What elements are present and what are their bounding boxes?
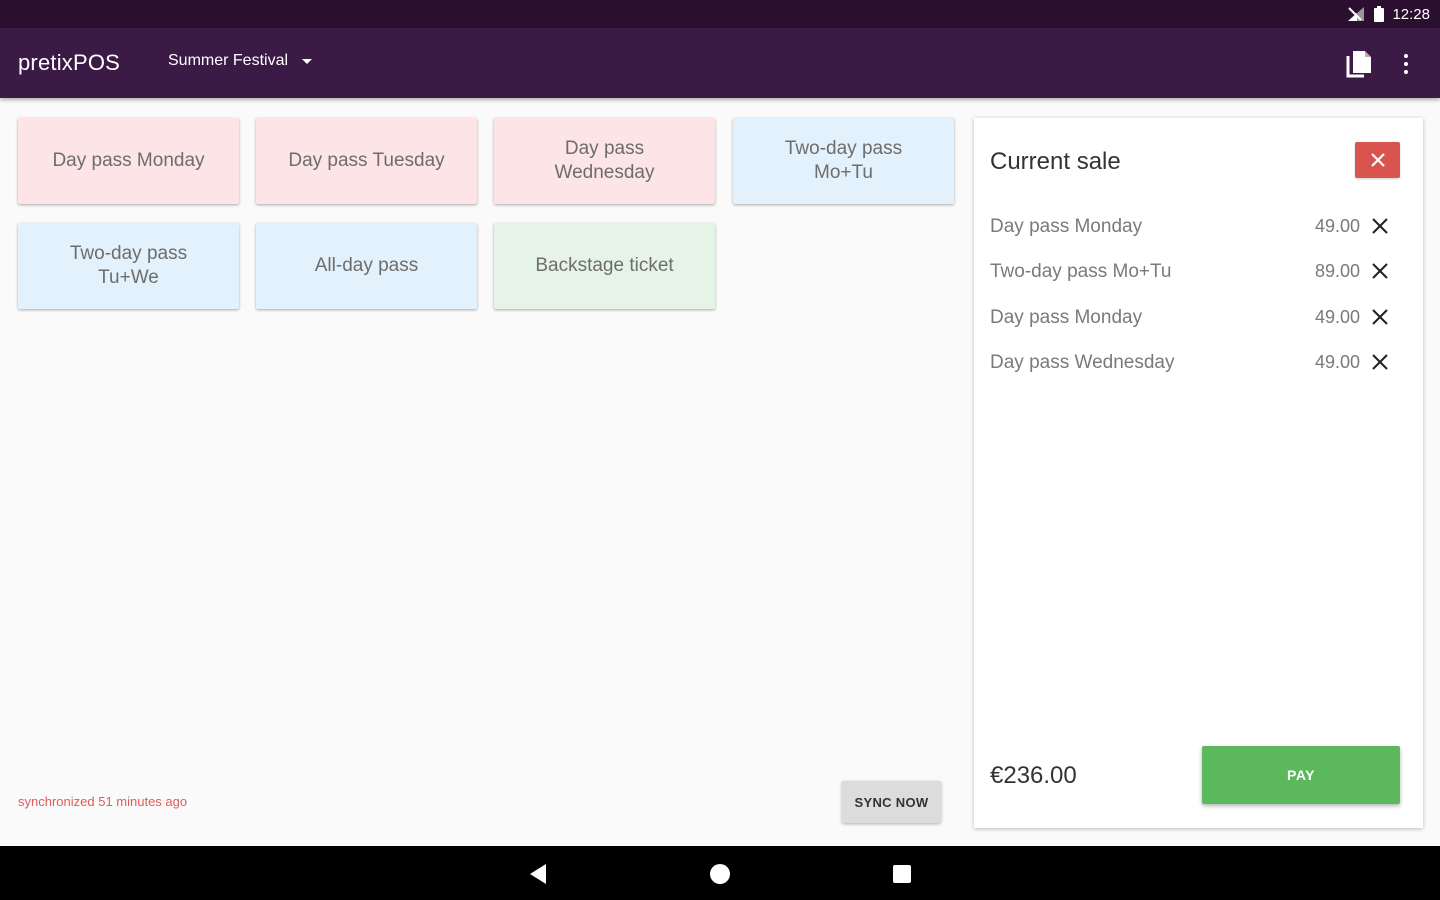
sale-line-item: Two-day pass Mo+Tu 89.00 xyxy=(990,257,1400,287)
status-time: 12:28 xyxy=(1392,5,1430,23)
remove-item-icon[interactable] xyxy=(1370,216,1390,236)
sync-status: synchronized 51 minutes ago xyxy=(18,794,188,809)
status-bar: 12:28 xyxy=(0,0,1440,28)
line-item-name: Day pass Monday xyxy=(990,307,1143,328)
remove-item-icon[interactable] xyxy=(1370,307,1390,327)
back-icon[interactable] xyxy=(528,863,548,885)
product-tile-backstage-ticket[interactable]: Backstage ticket xyxy=(494,223,715,309)
status-icons: 12:28 xyxy=(1346,4,1430,24)
product-tile-all-day-pass[interactable]: All-day pass xyxy=(256,223,477,309)
sale-line-item: Day pass Monday 49.00 xyxy=(990,303,1400,333)
close-icon xyxy=(1370,153,1385,167)
sync-now-button[interactable]: SYNC NOW xyxy=(842,781,941,823)
remove-item-icon[interactable] xyxy=(1370,261,1390,281)
sale-title: Current sale xyxy=(990,148,1121,175)
product-tile-two-day-pass-tu-we[interactable]: Two-day pass Tu+We xyxy=(18,223,239,309)
battery-icon xyxy=(1374,6,1385,22)
app-bar: pretixPOS Summer Festival xyxy=(0,28,1440,98)
signal-icon xyxy=(1348,7,1365,21)
sale-line-item: Day pass Wednesday 49.00 xyxy=(990,348,1400,378)
pay-button[interactable]: PAY xyxy=(1202,746,1400,804)
product-tile-two-day-pass-mo-tu[interactable]: Two-day pass Mo+Tu xyxy=(733,118,954,204)
line-item-name: Day pass Monday xyxy=(990,216,1143,237)
current-sale-panel: Current sale Day pass Monday 49.00 Two-d… xyxy=(974,118,1423,828)
event-selector-label: Summer Festival xyxy=(168,52,289,69)
line-item-price: 89.00 xyxy=(1314,261,1360,281)
document-button[interactable] xyxy=(1344,48,1374,80)
line-item-price: 49.00 xyxy=(1314,216,1360,236)
home-icon[interactable] xyxy=(710,864,730,884)
clear-sale-button[interactable] xyxy=(1355,142,1400,178)
remove-item-icon[interactable] xyxy=(1370,352,1390,372)
recent-apps-icon[interactable] xyxy=(893,865,911,883)
more-options-button[interactable] xyxy=(1396,48,1416,80)
line-item-name: Two-day pass Mo+Tu xyxy=(990,261,1172,282)
document-icon xyxy=(1346,51,1371,78)
product-tile-day-pass-wednesday[interactable]: Day pass Wednesday xyxy=(494,118,715,204)
product-tile-day-pass-tuesday[interactable]: Day pass Tuesday xyxy=(256,118,477,204)
event-selector[interactable]: Summer Festival xyxy=(168,52,313,70)
line-item-name: Day pass Wednesday xyxy=(990,352,1175,373)
navigation-bar xyxy=(0,846,1440,900)
sale-total: €236.00 xyxy=(990,762,1077,789)
more-vert-icon xyxy=(1404,54,1408,58)
line-item-price: 49.00 xyxy=(1314,307,1360,327)
app-title: pretixPOS xyxy=(18,50,121,75)
sale-line-item: Day pass Monday 49.00 xyxy=(990,212,1400,242)
product-tile-day-pass-monday[interactable]: Day pass Monday xyxy=(18,118,239,204)
line-item-price: 49.00 xyxy=(1314,352,1360,372)
dropdown-arrow-icon xyxy=(302,58,313,64)
